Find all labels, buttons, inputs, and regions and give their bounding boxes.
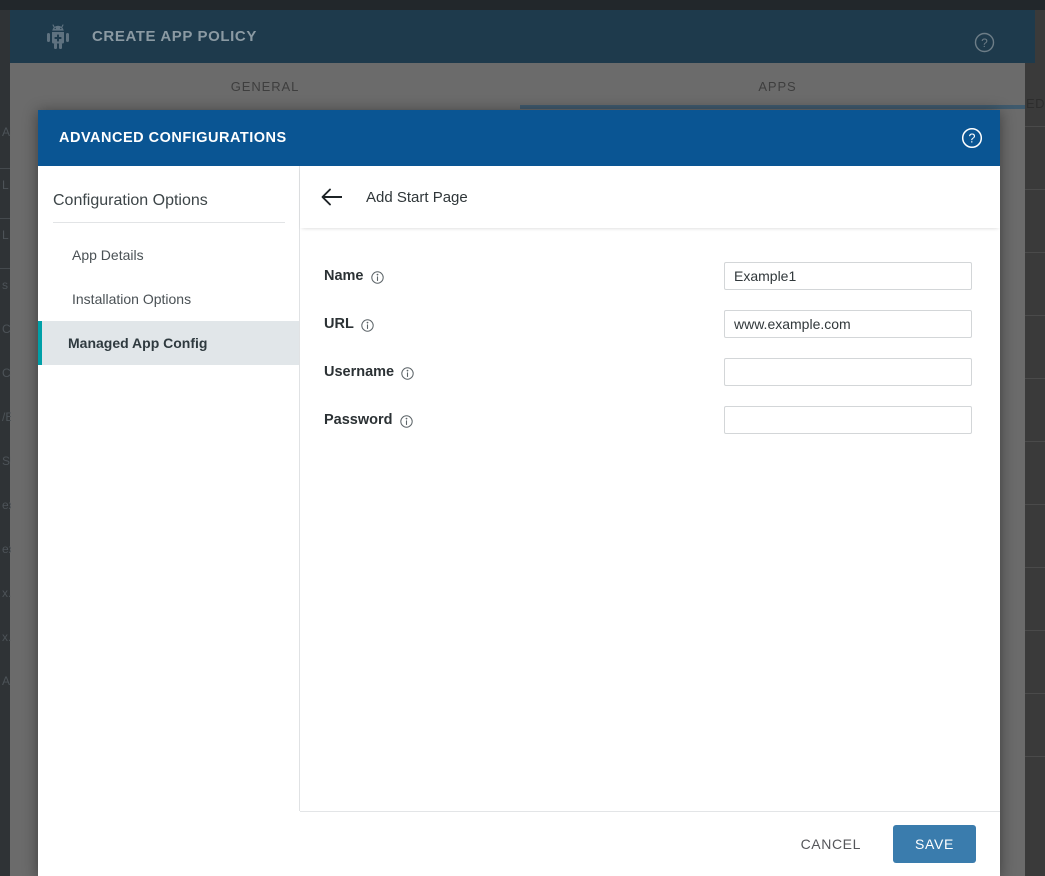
help-circle-icon[interactable]: ? xyxy=(974,32,995,53)
password-input[interactable] xyxy=(724,406,972,434)
ghost-divider xyxy=(0,268,10,269)
form-row-password: Password xyxy=(300,396,1000,444)
window-top-strip xyxy=(0,0,1045,10)
ghost-divider xyxy=(0,218,10,219)
ghost-text-fragment: Co xyxy=(2,366,11,380)
info-circle-icon[interactable] xyxy=(361,319,374,332)
sidebar-item-installation-options[interactable]: Installation Options xyxy=(38,277,299,321)
modal-footer: CANCEL SAVE xyxy=(300,811,1000,876)
android-robot-icon xyxy=(45,23,71,51)
left-rail xyxy=(0,10,10,876)
ghost-text-fragment: A xyxy=(2,674,11,688)
right-side-panel xyxy=(1025,63,1045,876)
form-label-text: Name xyxy=(324,268,364,284)
name-input[interactable] xyxy=(724,262,972,290)
ghost-text-fragment: AP xyxy=(2,125,11,139)
configuration-content-panel: Add Start Page Name xyxy=(300,166,1000,811)
ghost-text-fragment: /E xyxy=(2,410,11,424)
ghost-text-fragment: Co xyxy=(2,322,11,336)
ghost-text-fragment: ex xyxy=(2,498,11,512)
tab-apps-label: APPS xyxy=(758,79,796,94)
help-circle-icon[interactable]: ? xyxy=(961,127,983,149)
save-button[interactable]: SAVE xyxy=(893,825,976,863)
configuration-options-sidebar: Configuration Options App Details Instal… xyxy=(38,166,300,811)
cancel-button[interactable]: CANCEL xyxy=(783,826,879,862)
ghost-text-fragment: L xyxy=(2,228,11,242)
form-label-text: Username xyxy=(324,364,394,380)
info-circle-icon[interactable] xyxy=(371,271,384,284)
username-input[interactable] xyxy=(724,358,972,386)
start-page-form: Name URL xyxy=(300,228,1000,811)
right-panel-label: ED xyxy=(1026,96,1045,111)
ghost-text-fragment: x. xyxy=(2,586,11,600)
ghost-divider xyxy=(0,168,10,169)
tab-apps[interactable]: APPS xyxy=(520,63,1035,109)
sidebar-item-managed-app-config[interactable]: Managed App Config xyxy=(38,321,299,365)
app-header: CREATE APP POLICY ? xyxy=(10,10,1035,63)
info-circle-icon[interactable] xyxy=(400,415,413,428)
sidebar-heading: Configuration Options xyxy=(38,180,299,222)
form-label-password: Password xyxy=(324,412,724,428)
form-label-text: URL xyxy=(324,316,354,332)
sidebar-divider xyxy=(53,222,285,223)
modal-title: ADVANCED CONFIGURATIONS xyxy=(59,130,287,146)
url-input[interactable] xyxy=(724,310,972,338)
svg-text:?: ? xyxy=(981,36,988,50)
content-title: Add Start Page xyxy=(366,189,468,206)
tab-bar: GENERAL APPS xyxy=(10,63,1035,109)
form-row-username: Username xyxy=(300,348,1000,396)
sidebar-item-app-details[interactable]: App Details xyxy=(38,233,299,277)
ghost-text-fragment: x. xyxy=(2,630,11,644)
tab-general[interactable]: GENERAL xyxy=(10,63,520,109)
advanced-configurations-modal: ADVANCED CONFIGURATIONS ? Configuration … xyxy=(38,110,1000,876)
sidebar-item-label: Installation Options xyxy=(72,291,191,307)
ghost-text-fragment: L xyxy=(2,178,11,192)
form-label-text: Password xyxy=(324,412,393,428)
form-row-name: Name xyxy=(300,252,1000,300)
svg-text:?: ? xyxy=(969,132,976,146)
app-header-title: CREATE APP POLICY xyxy=(92,28,257,45)
modal-header: ADVANCED CONFIGURATIONS ? xyxy=(38,110,1000,166)
info-circle-icon[interactable] xyxy=(401,367,414,380)
sidebar-item-label: Managed App Config xyxy=(68,335,207,351)
form-label-url: URL xyxy=(324,316,724,332)
form-row-url: URL xyxy=(300,300,1000,348)
modal-body: Configuration Options App Details Instal… xyxy=(38,166,1000,811)
form-label-username: Username xyxy=(324,364,724,380)
ghost-text-fragment: ex xyxy=(2,542,11,556)
content-header: Add Start Page xyxy=(300,166,1000,228)
arrow-left-icon[interactable] xyxy=(320,187,344,207)
ghost-text-fragment: SU xyxy=(2,454,11,468)
form-label-name: Name xyxy=(324,268,724,284)
sidebar-item-label: App Details xyxy=(72,247,144,263)
tab-general-label: GENERAL xyxy=(231,79,299,94)
ghost-text-fragment: s l xyxy=(2,278,11,292)
